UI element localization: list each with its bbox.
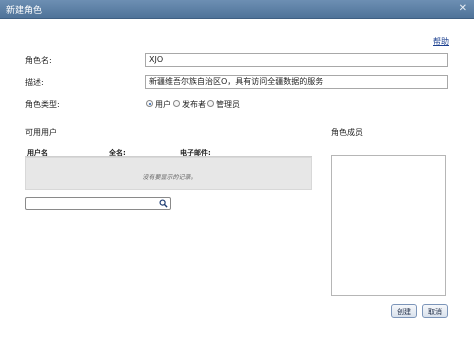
search-icon[interactable] [159,199,168,208]
role-type-user-label[interactable]: 用户 [155,99,171,110]
new-role-dialog: 新建角色 ✕ 帮助 角色名: XJO 描述: 新疆维吾尔族自治区O，具有访问全疆… [0,0,474,338]
role-type-label: 角色类型: [25,100,60,109]
role-members-list[interactable] [331,155,446,296]
create-button[interactable]: 创建 [391,304,417,318]
dialog-title: 新建角色 [6,6,43,16]
empty-table-message: 没有要显示的记录。 [142,174,197,181]
help-link[interactable]: 帮助 [433,36,449,47]
role-name-label: 角色名: [25,56,52,65]
role-members-title: 角色成员 [331,128,363,137]
available-users-table: 没有要显示的记录。 [25,157,312,190]
description-input[interactable]: 新疆维吾尔族自治区O，具有访问全疆数据的服务 [145,75,448,89]
available-users-title: 可用用户 [25,128,57,137]
role-name-input[interactable]: XJO [145,53,448,67]
role-type-user-radio[interactable] [146,100,153,107]
role-type-admin-radio[interactable] [207,100,214,107]
role-type-admin-label[interactable]: 管理员 [216,99,240,110]
user-search-input[interactable] [25,197,171,210]
cancel-button[interactable]: 取消 [422,304,448,318]
title-bar[interactable]: 新建角色 ✕ [0,0,474,19]
role-type-publisher-label[interactable]: 发布者 [182,99,206,110]
role-type-publisher-radio[interactable] [173,100,180,107]
description-label: 描述: [25,78,44,87]
close-icon[interactable]: ✕ [459,3,467,14]
